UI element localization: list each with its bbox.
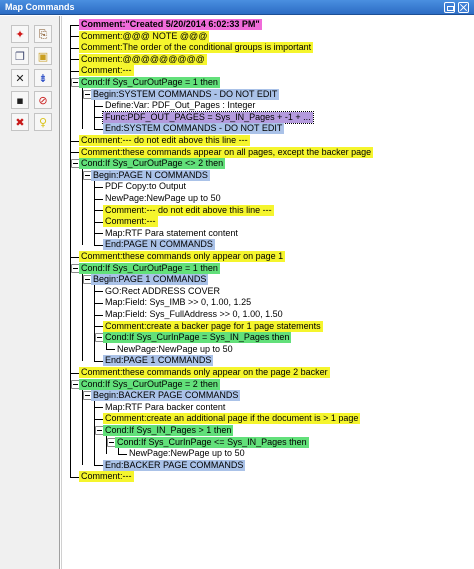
tree-node[interactable]: End:SYSTEM COMMANDS - DO NOT EDIT: [103, 123, 285, 135]
tree-connector: [106, 349, 115, 351]
tree-connector: [94, 128, 103, 130]
tree-node[interactable]: Comment:these commands only appear on pa…: [79, 251, 286, 262]
tree-connector: [94, 186, 103, 188]
command-toolbox: ✦ ⎘ ❐ ▣ ✕ ⇟ ▪ ⊘ ✖ ♀: [0, 16, 60, 569]
tree-node[interactable]: GO:Rect ADDRESS COVER: [103, 286, 222, 297]
folder-open-icon: ▣: [37, 49, 49, 63]
tree-node[interactable]: Func:PDF_OUT_PAGES = Sys_IN_Pages + -1 +…: [102, 110, 314, 124]
disable-button[interactable]: ⊘: [34, 91, 52, 109]
copy-icon: ❐: [15, 49, 25, 63]
tree-connector: [94, 244, 103, 246]
red-star-icon: ✦: [15, 27, 25, 41]
tree-connector: [118, 453, 127, 455]
import-button[interactable]: ⎘: [34, 25, 52, 43]
tree-node[interactable]: Cond:If Sys_IN_Pages > 1 then: [103, 425, 234, 436]
tree-connector: [70, 24, 79, 26]
tree-connector: [70, 59, 79, 61]
tree-connector: [70, 70, 79, 72]
tree-connector: [94, 105, 103, 107]
tree-node[interactable]: NewPage:NewPage up to 50: [115, 344, 235, 355]
tree-node[interactable]: PDF Copy:to Output: [103, 181, 188, 192]
remove-red-button[interactable]: ✖: [11, 113, 29, 131]
tree-node[interactable]: Comment:create a backer page for 1 page …: [103, 320, 323, 332]
tree-connector: [70, 36, 79, 38]
tree-node[interactable]: Comment:---: [103, 216, 158, 228]
tree-node[interactable]: Begin:PAGE N COMMANDS: [91, 169, 210, 181]
tree-connector: [70, 140, 79, 142]
x-icon: ✕: [15, 71, 25, 85]
document-import-icon: ⎘: [38, 27, 48, 41]
tree-connector: [70, 47, 79, 49]
tree-connector: [94, 117, 103, 119]
tree-connector: [94, 326, 103, 328]
tree-node[interactable]: Begin:SYSTEM COMMANDS - DO NOT EDIT: [91, 88, 280, 100]
move-down-button[interactable]: ⇟: [34, 69, 52, 87]
tree-connector: [94, 418, 103, 420]
tree-node[interactable]: Cond:If Sys_CurInPage <= Sys_IN_Pages th…: [115, 436, 309, 448]
tree-connector: [94, 465, 103, 467]
tree-connector: [94, 360, 103, 362]
tree-connector: [70, 372, 79, 374]
tree-node[interactable]: Comment:@@@ NOTE @@@: [79, 30, 210, 42]
tree-connector: [94, 233, 103, 235]
tree-node[interactable]: Map:RTF Para backer content: [103, 402, 227, 413]
tree-connector: [70, 256, 79, 258]
tree-node[interactable]: Begin:PAGE 1 COMMANDS: [91, 274, 209, 286]
help-tip-button[interactable]: ♀: [34, 113, 52, 131]
open-folder-button[interactable]: ▣: [34, 47, 52, 65]
tree-node[interactable]: Comment:these commands only appear on th…: [79, 367, 330, 378]
tree-connector: [94, 407, 103, 409]
tree-node[interactable]: End:PAGE N COMMANDS: [103, 239, 215, 251]
tree-node[interactable]: Map:Field: Sys_FullAddress >> 0, 1.00, 1…: [103, 309, 285, 320]
tree-guide-line: [70, 24, 71, 477]
tree-node[interactable]: Map:RTF Para statement content: [103, 228, 240, 239]
tree-connector: [94, 291, 103, 293]
delete-button[interactable]: ✕: [11, 69, 29, 87]
window-title: Map Commands: [5, 2, 75, 12]
save-disk-icon: ▪: [16, 93, 24, 107]
add-command-button[interactable]: ✦: [11, 25, 29, 43]
tree-node[interactable]: Cond:If Sys_CurOutPage = 1 then: [79, 262, 220, 274]
tree-connector: [94, 210, 103, 212]
tree-connector: [94, 221, 103, 223]
tree-connector: [94, 302, 103, 304]
tree-node[interactable]: Comment:The order of the conditional gro…: [79, 42, 314, 54]
tree-node[interactable]: Begin:BACKER PAGE COMMANDS: [91, 390, 241, 402]
lightbulb-icon: ♀: [38, 115, 48, 129]
command-tree[interactable]: Comment:"Created 5/20/2014 6:02:33 PM" Co…: [61, 16, 474, 569]
red-x-icon: ✖: [15, 115, 25, 129]
close-icon[interactable]: [458, 2, 469, 13]
pin-icon[interactable]: [444, 2, 455, 13]
tree-connector: [94, 314, 103, 316]
window-titlebar: Map Commands: [0, 0, 474, 15]
tree-node[interactable]: Cond:If Sys_CurInPage = Sys_IN_Pages the…: [103, 332, 292, 344]
tree-node[interactable]: NewPage:NewPage up to 50: [103, 193, 223, 204]
save-button[interactable]: ▪: [11, 91, 29, 109]
tree-node[interactable]: Cond:If Sys_CurOutPage = 1 then: [79, 77, 220, 88]
no-entry-icon: ⊘: [38, 93, 48, 107]
tree-connector: [70, 152, 79, 154]
tree-connector: [70, 476, 79, 478]
tree-node[interactable]: End:BACKER PAGE COMMANDS: [103, 459, 246, 471]
tree-node[interactable]: Comment:@@@@@@@@@: [79, 53, 207, 65]
tree-node[interactable]: Cond:If Sys_CurOutPage = 2 then: [79, 378, 220, 390]
tree-node[interactable]: Comment:these commands appear on all pag…: [79, 146, 374, 158]
tree-connector: [94, 198, 103, 200]
tree-node[interactable]: Comment:"Created 5/20/2014 6:02:33 PM": [79, 19, 262, 30]
copy-button[interactable]: ❐: [11, 47, 29, 65]
tree-node[interactable]: Cond:If Sys_CurOutPage <> 2 then: [79, 158, 226, 170]
tree-node[interactable]: NewPage:NewPage up to 50: [127, 448, 247, 459]
tree-node[interactable]: Comment:create an additional page if the…: [103, 413, 361, 425]
tree-node[interactable]: Comment:--- do not edit above this line …: [79, 135, 250, 146]
tree-node[interactable]: End:PAGE 1 COMMANDS: [103, 355, 214, 367]
tree-node[interactable]: Map:Field: Sys_IMB >> 0, 1.00, 1.25: [103, 297, 253, 308]
move-down-icon: ⇟: [38, 71, 48, 85]
tree-node[interactable]: Define:Var: PDF_Out_Pages : Integer: [103, 100, 257, 111]
tree-node[interactable]: Comment:---: [79, 65, 134, 77]
tree-node[interactable]: Comment:--- do not edit above this line …: [103, 204, 274, 216]
tree-node[interactable]: Comment:---: [79, 471, 134, 483]
